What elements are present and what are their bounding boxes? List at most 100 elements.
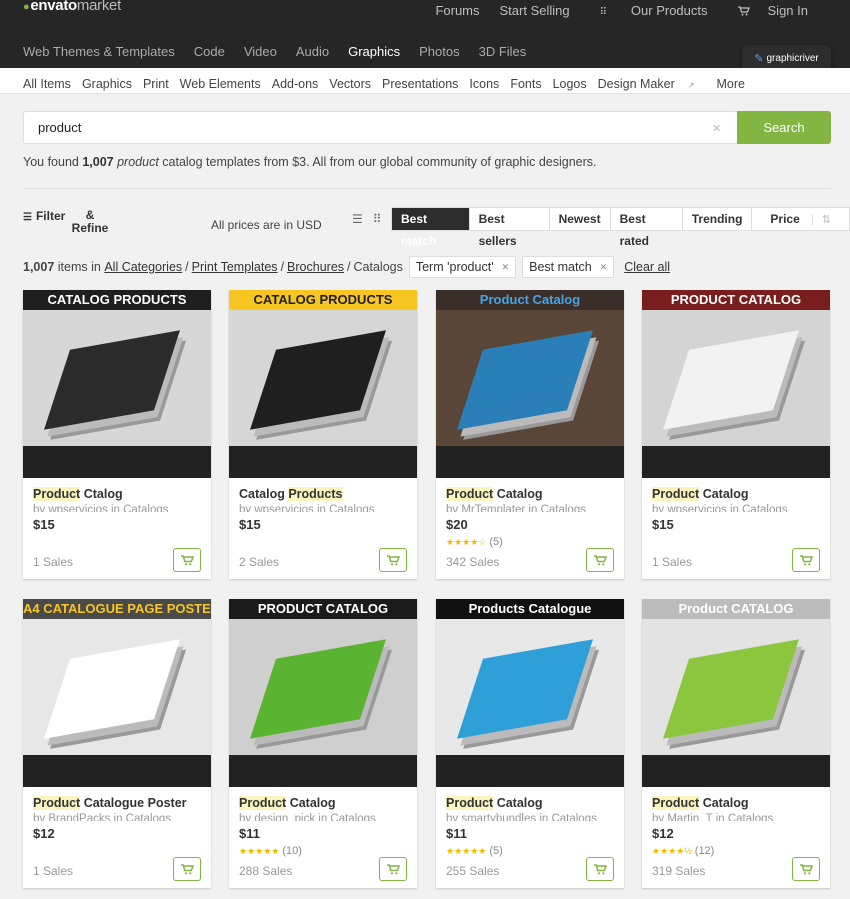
- add-to-cart-button[interactable]: [586, 548, 614, 572]
- product-author[interactable]: by smartybundles in Catalogs: [446, 813, 616, 821]
- subnav-web-elements[interactable]: Web Elements: [180, 77, 261, 91]
- forums-link[interactable]: Forums: [425, 3, 489, 21]
- breadcrumb: 1,007 items in All Categories / Print Tem…: [23, 256, 670, 278]
- product-card[interactable]: Products Catalogue Product Catalog by sm…: [436, 599, 624, 888]
- sort-newest[interactable]: Newest: [548, 208, 610, 230]
- product-author[interactable]: by BrandPacks in Catalogs: [33, 813, 203, 821]
- catalog-mockup: [663, 639, 799, 739]
- product-card[interactable]: PRODUCT CATALOG Product Catalog by wpser…: [642, 290, 830, 579]
- nav-3d-files[interactable]: 3D Files: [479, 44, 527, 59]
- product-thumbnail[interactable]: CATALOG PRODUCTS: [229, 290, 417, 478]
- product-price: $11: [446, 826, 467, 841]
- sign-in-link[interactable]: Sign In: [728, 3, 828, 21]
- product-thumbnail[interactable]: A4 CATALOGUE PAGE POSTER TEMPLATE: [23, 599, 211, 787]
- product-title[interactable]: Product Catalog: [652, 487, 749, 501]
- nav-web-themes[interactable]: Web Themes & Templates: [23, 44, 175, 59]
- our-products-link[interactable]: ⠿ Our Products: [580, 3, 728, 21]
- product-author[interactable]: by MrTemplater in Catalogs: [446, 504, 616, 512]
- add-to-cart-button[interactable]: [792, 548, 820, 572]
- start-selling-link[interactable]: Start Selling: [490, 3, 580, 21]
- product-title[interactable]: Product Catalog: [446, 796, 543, 810]
- product-author[interactable]: by wpservicios in Catalogs: [33, 504, 203, 512]
- sort-best-rated[interactable]: Best rated: [609, 208, 682, 248]
- thumbnail-header: Products Catalogue: [436, 599, 624, 619]
- subnav-print[interactable]: Print: [143, 77, 169, 91]
- nav-audio[interactable]: Audio: [296, 44, 329, 59]
- product-card[interactable]: Product Catalog Product Catalog by MrTem…: [436, 290, 624, 579]
- catalog-mockup: [44, 330, 180, 430]
- clear-all-link[interactable]: Clear all: [624, 260, 670, 274]
- prices-note: All prices are in USD: [211, 218, 322, 232]
- refine-label[interactable]: & Refine: [71, 209, 109, 235]
- cart-icon: [180, 554, 194, 565]
- product-card[interactable]: CATALOG PRODUCTS Catalog Products by wps…: [229, 290, 417, 579]
- product-author[interactable]: by wpservicios in Catalogs: [239, 504, 409, 512]
- product-card[interactable]: Product CATALOG Product Catalog by Marti…: [642, 599, 830, 888]
- product-thumbnail[interactable]: Product Catalog: [436, 290, 624, 478]
- top-links: Forums Start Selling ⠿ Our Products Sign …: [425, 3, 828, 21]
- search-box: ✕: [23, 111, 738, 144]
- filter-button[interactable]: ☰ Filter: [23, 209, 65, 223]
- product-thumbnail[interactable]: Products Catalogue: [436, 599, 624, 787]
- search-button[interactable]: Search: [737, 111, 831, 144]
- product-author[interactable]: by design_pick in Catalogs: [239, 813, 409, 821]
- crumb-brochures[interactable]: Brochures: [287, 260, 344, 274]
- product-title[interactable]: Product Ctalog: [33, 487, 123, 501]
- product-title[interactable]: Catalog Products: [239, 487, 343, 501]
- subnav-logos[interactable]: Logos: [553, 77, 587, 91]
- product-author[interactable]: by wpservicios in Catalogs: [652, 504, 822, 512]
- divider: [23, 188, 831, 189]
- clear-search-icon[interactable]: ✕: [712, 122, 721, 135]
- nav-code[interactable]: Code: [194, 44, 225, 59]
- sort-best-match[interactable]: Best match: [392, 208, 469, 248]
- remove-term-icon[interactable]: ✕: [502, 262, 510, 273]
- nav-video[interactable]: Video: [244, 44, 277, 59]
- product-card[interactable]: CATALOG PRODUCTS Product Ctalog by wpser…: [23, 290, 211, 579]
- subnav-design-maker[interactable]: Design Maker ↗: [598, 77, 706, 91]
- product-title[interactable]: Product Catalog: [239, 796, 336, 810]
- subnav-more[interactable]: More: [716, 77, 744, 91]
- sort-best-sellers[interactable]: Best sellers: [468, 208, 549, 248]
- subnav-vectors[interactable]: Vectors: [329, 77, 371, 91]
- subnav-fonts[interactable]: Fonts: [510, 77, 541, 91]
- product-thumbnail[interactable]: CATALOG PRODUCTS: [23, 290, 211, 478]
- add-to-cart-button[interactable]: [173, 548, 201, 572]
- product-author[interactable]: by Martin_T in Catalogs: [652, 813, 822, 821]
- subnav-icons[interactable]: Icons: [469, 77, 499, 91]
- sort-trending[interactable]: Trending: [681, 208, 752, 230]
- cart-icon: [386, 863, 400, 874]
- sort-tabs: Best match Best sellers Newest Best rate…: [391, 207, 850, 248]
- envato-logo[interactable]: ●envatomarket: [23, 0, 121, 14]
- subnav-all-items[interactable]: All Items: [23, 77, 71, 91]
- catalog-mockup: [663, 330, 799, 430]
- product-thumbnail[interactable]: PRODUCT CATALOG: [229, 599, 417, 787]
- subnav-graphics[interactable]: Graphics: [82, 77, 132, 91]
- crumb-all-categories[interactable]: All Categories: [104, 260, 182, 274]
- catalog-mockup: [457, 639, 593, 739]
- search-input[interactable]: [38, 120, 688, 135]
- product-thumbnail[interactable]: Product CATALOG: [642, 599, 830, 787]
- product-card[interactable]: A4 CATALOGUE PAGE POSTER TEMPLATE Produc…: [23, 599, 211, 888]
- add-to-cart-button[interactable]: [379, 857, 407, 881]
- nav-graphics[interactable]: Graphics: [348, 44, 400, 59]
- product-title[interactable]: Product Catalog: [652, 796, 749, 810]
- product-title[interactable]: Product Catalogue Poster: [33, 796, 187, 810]
- subnav-add-ons[interactable]: Add-ons: [272, 77, 319, 91]
- catalog-mockup: [44, 639, 180, 739]
- product-thumbnail[interactable]: PRODUCT CATALOG: [642, 290, 830, 478]
- remove-sort-icon[interactable]: ✕: [600, 262, 608, 273]
- add-to-cart-button[interactable]: [379, 548, 407, 572]
- subnav-presentations[interactable]: Presentations: [382, 77, 458, 91]
- add-to-cart-button[interactable]: [173, 857, 201, 881]
- product-sales: 288 Sales: [239, 864, 293, 878]
- add-to-cart-button[interactable]: [586, 857, 614, 881]
- nav-photos[interactable]: Photos: [419, 44, 459, 59]
- product-card[interactable]: PRODUCT CATALOG Product Catalog by desig…: [229, 599, 417, 888]
- rating-stars: ★★★★½ (12): [652, 845, 715, 857]
- sort-price[interactable]: Price ⇅: [751, 208, 849, 230]
- list-view-icon[interactable]: ☰: [352, 212, 363, 226]
- product-title[interactable]: Product Catalog: [446, 487, 543, 501]
- crumb-print-templates[interactable]: Print Templates: [192, 260, 278, 274]
- grid-view-icon[interactable]: ⠿: [373, 212, 382, 226]
- add-to-cart-button[interactable]: [792, 857, 820, 881]
